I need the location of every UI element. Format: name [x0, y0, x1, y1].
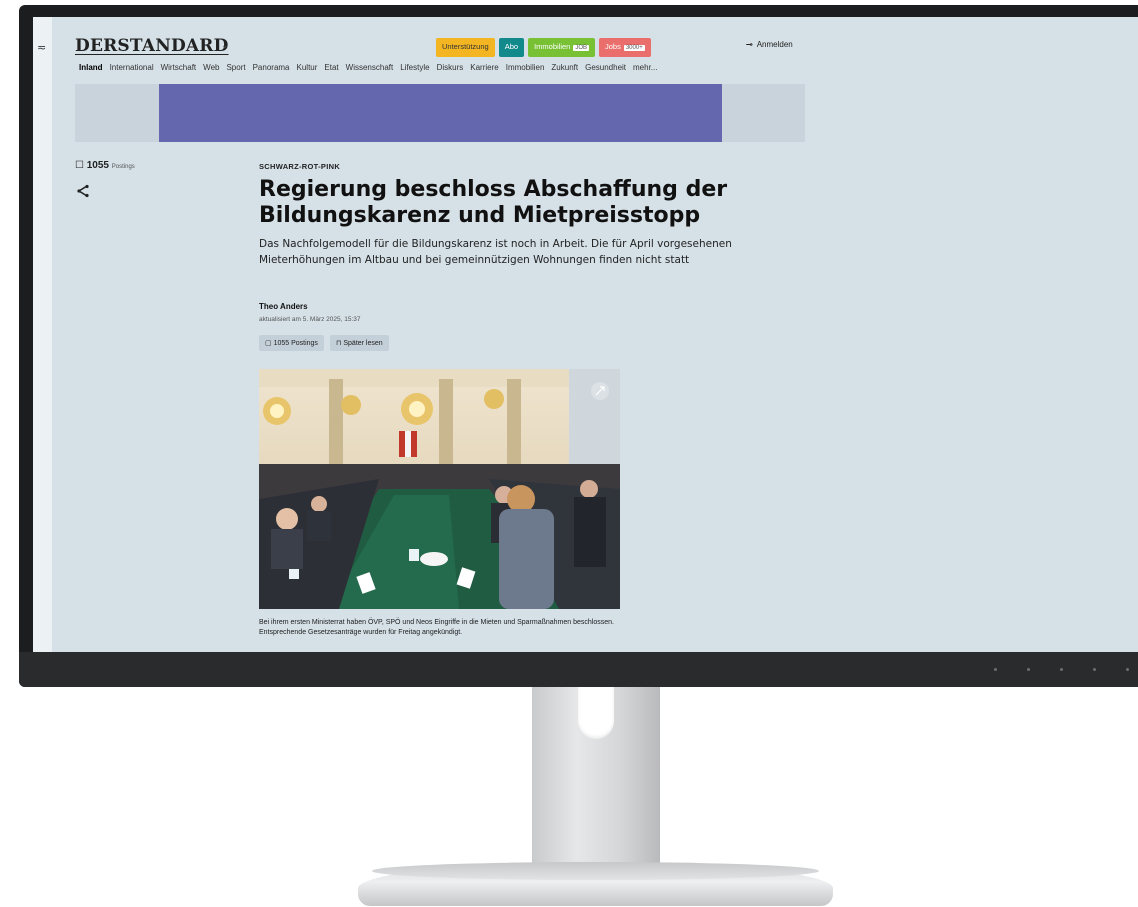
header-pill-tag: JOB: [573, 45, 589, 51]
browser-screen: ≂ DERSTANDARD ⌄ Unterstützung Abo Immobili…: [33, 17, 1138, 652]
header-pill-label: Abo: [504, 42, 519, 51]
header-pill-abo[interactable]: Abo: [498, 38, 525, 57]
header-pill-unterstützung[interactable]: Unterstützung: [436, 38, 495, 57]
header-pill-label: Unterstützung: [442, 42, 489, 51]
posting-count-label: Postings: [111, 164, 135, 170]
article-lead: Das Nachfolgemodell für die Bildungskare…: [259, 238, 732, 266]
article-author[interactable]: Theo Anders: [259, 302, 308, 311]
monitor-chin: [19, 652, 1138, 687]
ad-banner[interactable]: [159, 84, 722, 142]
nav-item-kultur[interactable]: Kultur: [297, 63, 318, 72]
nav-item-panorama[interactable]: Panorama: [253, 63, 290, 72]
filter-icon[interactable]: ≂: [37, 41, 46, 54]
nav-item-sport[interactable]: Sport: [226, 63, 245, 72]
share-icon[interactable]: [76, 184, 90, 198]
header-pill-jobs[interactable]: Jobs 3000+: [599, 38, 651, 57]
nav-item-zukunft[interactable]: Zukunft: [551, 63, 578, 72]
chevron-down-icon[interactable]: ⌄: [221, 41, 229, 51]
comment-icon: ▢: [265, 340, 274, 347]
login-button[interactable]: ⊸ Anmelden: [746, 40, 793, 49]
left-sidebar-strip: ≂: [33, 17, 52, 652]
photo-caption: Bei ihrem ersten Ministerrat haben ÖVP, …: [259, 619, 614, 636]
nav-item-inland[interactable]: Inland: [79, 63, 103, 72]
monitor-stand-cable-slot: [578, 687, 614, 739]
article-photo[interactable]: [259, 369, 620, 609]
nav-item-immobilien[interactable]: Immobilien: [506, 63, 545, 72]
monitor-stand-base-top: [372, 862, 819, 880]
header-pills: Unterstützung Abo Immobilien JOB Jobs 3000+: [436, 38, 651, 57]
nav-item-wissenschaft[interactable]: Wissenschaft: [346, 63, 394, 72]
nav-item-wirtschaft[interactable]: Wirtschaft: [161, 63, 197, 72]
header-pill-immobilien[interactable]: Immobilien JOB: [528, 38, 595, 57]
nav-item-mehr[interactable]: mehr...: [633, 63, 657, 72]
article-headline: Regierung beschloss Abschaffung der Bild…: [259, 177, 728, 228]
nav-item-international[interactable]: International: [110, 63, 154, 72]
postings-button-label: 1055 Postings: [273, 340, 318, 347]
site-logo[interactable]: DERSTANDARD: [75, 36, 229, 56]
nav-item-web[interactable]: Web: [203, 63, 219, 72]
key-icon: ⊸: [746, 40, 753, 49]
header-pill-label: Immobilien: [534, 42, 571, 51]
nav-item-diskurs[interactable]: Diskurs: [437, 63, 464, 72]
read-later-button[interactable]: ⊓ Später lesen: [329, 335, 389, 351]
login-label: Anmelden: [756, 40, 793, 49]
postings-button[interactable]: ▢ 1055 Postings: [259, 335, 324, 351]
nav-item-lifestyle[interactable]: Lifestyle: [400, 63, 429, 72]
posting-count-value: 1055: [86, 160, 109, 171]
monitor-buttons: [994, 668, 1129, 671]
header-pill-label: Jobs: [605, 42, 621, 51]
posting-count[interactable]: ☐ 1055 Postings: [75, 160, 135, 171]
article-actions: ▢ 1055 Postings ⊓ Später lesen: [259, 335, 389, 351]
nav-item-karriere[interactable]: Karriere: [470, 63, 498, 72]
header-pill-tag: 3000+: [623, 45, 645, 51]
main-nav: Inland International Wirtschaft Web Sport Pan…: [79, 63, 657, 72]
read-later-label: Später lesen: [343, 340, 383, 347]
ad-banner-area: [75, 84, 805, 142]
nav-item-gesundheit[interactable]: Gesundheit: [585, 63, 626, 72]
comment-icon: ☐: [75, 160, 84, 171]
article-timestamp: aktualisiert am 5. März 2025, 15:37: [259, 316, 361, 323]
nav-item-etat[interactable]: Etat: [324, 63, 338, 72]
article-kicker: SCHWARZ-ROT-PINK: [259, 162, 341, 171]
